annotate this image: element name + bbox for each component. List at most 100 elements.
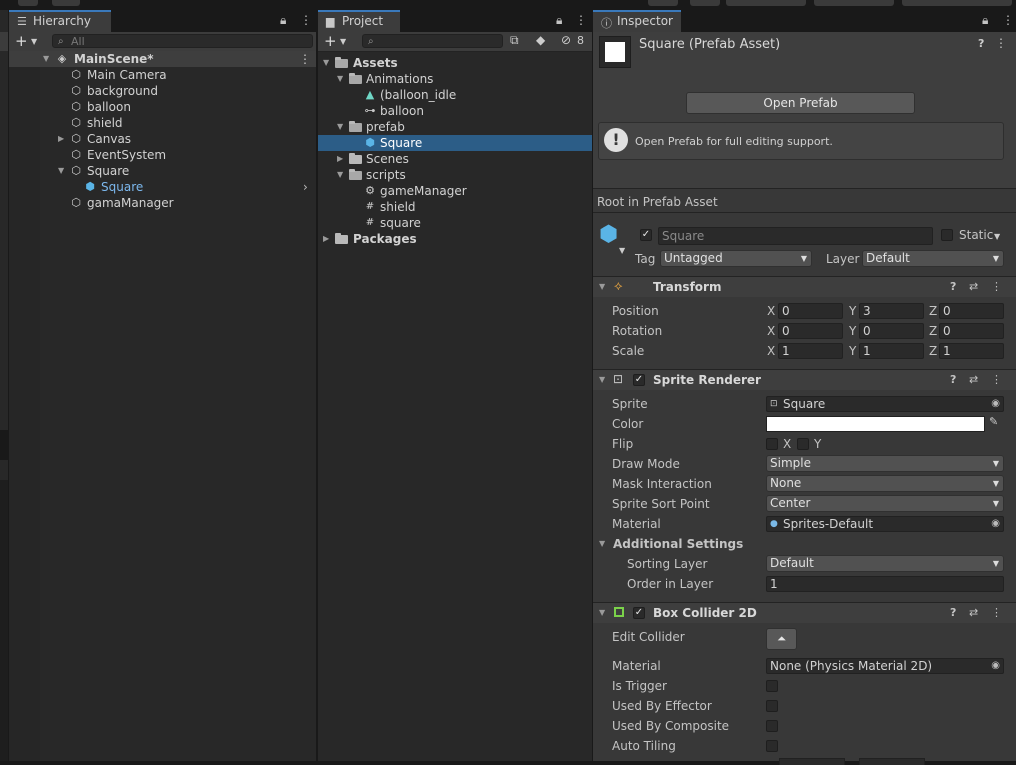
box-collider-header[interactable]: ▼ ✓ Box Collider 2D ? ⇄ ⋮ <box>593 602 1016 623</box>
chevron-right-icon[interactable]: › <box>303 179 308 195</box>
flip-y-checkbox[interactable] <box>797 438 809 450</box>
project-item[interactable]: # shield <box>318 199 592 215</box>
sprite-object-field[interactable]: ⊡ Square ◉ <box>766 396 1004 412</box>
axis-y-label[interactable]: Y <box>849 344 856 358</box>
static-dropdown-arrow[interactable]: ▼ <box>994 232 1000 241</box>
kebab-menu-icon[interactable]: ⋮ <box>575 13 587 27</box>
layout-dropdown[interactable] <box>902 0 1012 6</box>
foldout-open-icon[interactable]: ▼ <box>599 536 605 552</box>
foldout-open-icon[interactable]: ▼ <box>43 51 49 67</box>
position-y-field[interactable]: 3 <box>859 303 924 319</box>
foldout-open-icon[interactable]: ▼ <box>58 163 64 179</box>
project-item[interactable]: ▶ Scenes <box>318 151 592 167</box>
foldout-open-icon[interactable]: ▼ <box>323 55 329 71</box>
layer-dropdown[interactable]: Default ▼ <box>862 250 1004 267</box>
help-icon[interactable]: ? <box>950 606 956 619</box>
position-z-field[interactable]: 0 <box>939 303 1004 319</box>
hierarchy-item[interactable]: ⬡ Main Camera <box>9 67 316 83</box>
hierarchy-item[interactable]: ⬡ background <box>9 83 316 99</box>
project-item[interactable]: ⊶ balloon <box>318 103 592 119</box>
object-name-field[interactable]: Square <box>658 227 933 245</box>
kebab-menu-icon[interactable]: ⋮ <box>300 13 312 27</box>
rotation-z-field[interactable]: 0 <box>939 323 1004 339</box>
preset-sliders-icon[interactable]: ⇄ <box>969 280 978 293</box>
component-enabled-checkbox[interactable]: ✓ <box>633 374 645 386</box>
object-picker-icon[interactable]: ◉ <box>991 659 1000 673</box>
add-icon[interactable]: + <box>324 33 337 49</box>
hierarchy-item[interactable]: ⬡ gamaManager <box>9 195 316 211</box>
physics-material-field[interactable]: None (Physics Material 2D) ◉ <box>766 658 1004 674</box>
preset-sliders-icon[interactable]: ⇄ <box>969 606 978 619</box>
sprite-sort-point-dropdown[interactable]: Center ▼ <box>766 495 1004 512</box>
additional-settings-foldout[interactable]: Additional Settings <box>613 537 743 551</box>
preset-sliders-icon[interactable]: ⇄ <box>969 373 978 386</box>
project-item[interactable]: ▶ Packages <box>318 231 592 247</box>
kebab-menu-icon[interactable]: ⋮ <box>995 36 1007 50</box>
layers-dropdown[interactable] <box>814 0 894 6</box>
object-picker-icon[interactable]: ◉ <box>991 517 1000 531</box>
transform-header[interactable]: ▼ ⟡ Transform ? ⇄ ⋮ <box>593 276 1016 297</box>
chevron-down-icon[interactable]: ▼ <box>340 37 346 46</box>
foldout-closed-icon[interactable]: ▶ <box>58 131 64 147</box>
object-picker-icon[interactable]: ◉ <box>991 397 1000 411</box>
toolbar-button[interactable] <box>52 0 80 6</box>
sorting-layer-dropdown[interactable]: Default ▼ <box>766 555 1004 572</box>
project-item-selected[interactable]: ⬢ Square <box>318 135 592 151</box>
tab-inspector[interactable]: ⓘ Inspector <box>593 10 681 32</box>
foldout-open-icon[interactable]: ▼ <box>599 370 605 390</box>
kebab-menu-icon[interactable]: ⋮ <box>1002 13 1014 27</box>
used-by-effector-checkbox[interactable] <box>766 700 778 712</box>
static-checkbox[interactable] <box>941 229 953 241</box>
rotation-x-field[interactable]: 0 <box>778 323 843 339</box>
foldout-closed-icon[interactable]: ▶ <box>337 151 343 167</box>
hierarchy-item[interactable]: ⬡ EventSystem <box>9 147 316 163</box>
project-item[interactable]: ▼ prefab <box>318 119 592 135</box>
help-icon[interactable]: ? <box>950 373 956 386</box>
project-item[interactable]: ▲ (balloon_idle <box>318 87 592 103</box>
foldout-open-icon[interactable]: ▼ <box>599 277 605 297</box>
scale-y-field[interactable]: 1 <box>859 343 924 359</box>
foldout-open-icon[interactable]: ▼ <box>337 71 343 87</box>
active-checkbox[interactable]: ✓ <box>640 229 652 241</box>
hierarchy-item[interactable]: ▶ ⬡ Canvas <box>9 131 316 147</box>
scale-z-field[interactable]: 1 <box>939 343 1004 359</box>
hidden-packages-icon[interactable]: ⊘ <box>561 33 571 47</box>
hierarchy-item-prefab[interactable]: ⬢ Square › <box>9 179 316 195</box>
offset-y-field[interactable] <box>859 758 925 765</box>
tag-dropdown[interactable]: Untagged ▼ <box>660 250 812 267</box>
foldout-open-icon[interactable]: ▼ <box>337 119 343 135</box>
material-object-field[interactable]: ● Sprites-Default ◉ <box>766 516 1004 532</box>
project-item[interactable]: ⚙ gameManager <box>318 183 592 199</box>
auto-tiling-checkbox[interactable] <box>766 740 778 752</box>
foldout-open-icon[interactable]: ▼ <box>599 603 605 623</box>
axis-x-label[interactable]: X <box>767 324 775 338</box>
hierarchy-item[interactable]: ⬡ balloon <box>9 99 316 115</box>
kebab-menu-icon[interactable]: ⋮ <box>991 606 1002 619</box>
kebab-menu-icon[interactable]: ⋮ <box>991 280 1002 293</box>
rotation-y-field[interactable]: 0 <box>859 323 924 339</box>
toolbar-button[interactable] <box>648 0 678 6</box>
help-icon[interactable]: ? <box>978 37 984 50</box>
axis-z-label[interactable]: Z <box>929 304 937 318</box>
mask-interaction-dropdown[interactable]: None ▼ <box>766 475 1004 492</box>
color-swatch[interactable] <box>766 416 985 432</box>
foldout-closed-icon[interactable]: ▶ <box>323 231 329 247</box>
filter-by-label-icon[interactable]: ◆ <box>536 33 545 47</box>
axis-z-label[interactable]: Z <box>929 324 937 338</box>
axis-y-label[interactable]: Y <box>849 304 856 318</box>
kebab-menu-icon[interactable]: ⋮ <box>299 51 311 67</box>
chevron-down-icon[interactable]: ▼ <box>31 37 37 46</box>
hierarchy-search-input[interactable]: ⌕ All <box>52 34 313 48</box>
is-trigger-checkbox[interactable] <box>766 680 778 692</box>
used-by-composite-checkbox[interactable] <box>766 720 778 732</box>
toolbar-button[interactable] <box>690 0 720 6</box>
scene-row[interactable]: ▼ ◈ MainScene* ⋮ <box>9 51 316 67</box>
hierarchy-item[interactable]: ⬡ shield <box>9 115 316 131</box>
project-search-input[interactable]: ⌕ <box>362 34 503 48</box>
foldout-open-icon[interactable]: ▼ <box>337 167 343 183</box>
flip-x-checkbox[interactable] <box>766 438 778 450</box>
add-icon[interactable]: + <box>15 33 28 49</box>
open-prefab-button[interactable]: Open Prefab <box>686 92 915 114</box>
tab-hierarchy[interactable]: ☰ Hierarchy <box>9 10 111 32</box>
filter-by-type-icon[interactable]: ⧉ <box>510 33 519 48</box>
